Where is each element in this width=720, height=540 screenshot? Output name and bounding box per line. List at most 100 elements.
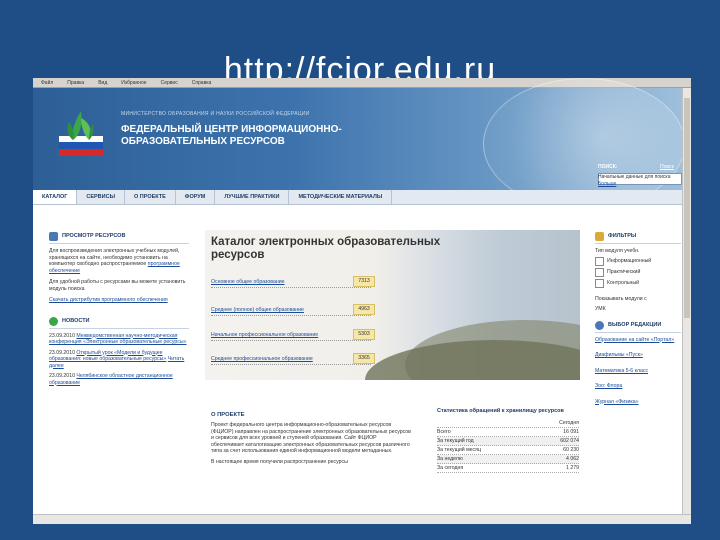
- checkbox-box[interactable]: [595, 278, 604, 288]
- catalog-link-vocational[interactable]: Начальное профессиональное образование: [211, 332, 371, 341]
- viewer-title: ПРОСМОТР РЕСУРСОВ: [62, 233, 126, 240]
- search-link[interactable]: Поиск: [660, 164, 674, 170]
- stats-row: За сегодня 1 279: [437, 464, 579, 473]
- filter-hint: Тип модуля учебн.: [595, 248, 640, 254]
- horizontal-scrollbar[interactable]: [33, 514, 691, 524]
- catalog-panel: Каталог электронных образовательных ресу…: [205, 230, 580, 380]
- about-title: О ПРОЕКТЕ: [211, 412, 245, 418]
- monitor-icon: [49, 232, 58, 241]
- filter-note: Показывать модули с: [595, 295, 647, 302]
- filter-icon: [595, 232, 604, 241]
- stats-value: 60 230: [563, 446, 579, 453]
- catalog-count: 5303: [353, 329, 375, 340]
- stats-label: За текущий месяц: [437, 446, 481, 453]
- landscape-image: [365, 340, 580, 380]
- news-date: 23.09.2010: [49, 349, 75, 356]
- about-section: О ПРОЕКТЕ Проект федерального центра инф…: [211, 412, 411, 471]
- stats-label: За сегодня: [437, 464, 464, 471]
- stats-value: 1 279: [566, 464, 579, 471]
- site-header: МИНИСТЕРСТВО ОБРАЗОВАНИЯ И НАУКИ РОССИЙС…: [33, 78, 685, 210]
- catalog-count: 7313: [353, 276, 375, 287]
- editor-link[interactable]: Математика 5-6 класс: [595, 368, 681, 375]
- catalog-count: 4963: [353, 304, 375, 315]
- viewer-header: ПРОСМОТР РЕСУРСОВ: [49, 232, 189, 244]
- filter-label: Информационный: [607, 257, 652, 264]
- filter-checkbox[interactable]: Контрольный: [595, 278, 681, 288]
- filter-checkbox[interactable]: Практический: [595, 267, 681, 277]
- stats-row: Всего 16 091: [437, 428, 579, 437]
- fcior-logo-icon[interactable]: [49, 106, 113, 166]
- stats-header-label: Сегодня: [559, 419, 579, 426]
- menu-file[interactable]: Файл: [41, 80, 53, 86]
- search-hint-text: Начальные данные для поиска: [598, 174, 671, 180]
- browser-window: Файл Правка Вид Избранное Сервис Справка…: [33, 78, 691, 524]
- site-title[interactable]: ФЕДЕРАЛЬНЫЙ ЦЕНТР ИНФОРМАЦИОННО-ОБРАЗОВА…: [121, 124, 361, 147]
- editor-link[interactable]: Образование на сайте «Портал»: [595, 337, 681, 344]
- menu-help[interactable]: Справка: [192, 80, 212, 86]
- stats-label: За неделю: [437, 455, 463, 462]
- nav-method-materials[interactable]: МЕТОДИЧЕСКИЕ МАТЕРИАЛЫ: [289, 190, 393, 204]
- nav-forum[interactable]: ФОРУМ: [176, 190, 216, 204]
- news-date: 23.09.2010: [49, 332, 75, 339]
- news-icon: [49, 316, 58, 326]
- download-link[interactable]: Скачать дистрибутив программного обеспеч…: [49, 297, 189, 304]
- menu-favorites[interactable]: Избранное: [121, 80, 146, 86]
- news-header: НОВОСТИ: [49, 316, 189, 329]
- search-label: ПОИСК:: [598, 164, 618, 170]
- about-text: Проект федерального центра информационно…: [211, 422, 411, 455]
- stats-label: Всего: [437, 428, 451, 435]
- editor-link[interactable]: Зоо: Флора: [595, 383, 681, 390]
- scrollbar-thumb[interactable]: [684, 98, 690, 318]
- menu-tools[interactable]: Сервис: [161, 80, 178, 86]
- filter-checkbox[interactable]: Информационный: [595, 256, 681, 266]
- filters-header: ФИЛЬТРЫ: [595, 232, 681, 244]
- editor-link[interactable]: Диафильмы «Пуск»: [595, 352, 681, 359]
- news-title: НОВОСТИ: [62, 317, 90, 324]
- editor-link[interactable]: Журнал «Физика»: [595, 399, 681, 406]
- nav-about[interactable]: О ПРОЕКТЕ: [125, 190, 176, 204]
- left-column: ПРОСМОТР РЕСУРСОВ Для воспроизведения эл…: [49, 232, 189, 390]
- stats-header: Сегодня: [437, 419, 579, 428]
- stats-value: 602 074: [560, 437, 579, 444]
- catalog-link-secondary[interactable]: Среднее (полное) общее образование: [211, 307, 371, 316]
- stats-table: Статистика обращений к хранилищу ресурсо…: [437, 408, 579, 473]
- filters-title: ФИЛЬТРЫ: [608, 233, 637, 240]
- stats-label: За текущий год: [437, 437, 474, 444]
- viewer-text: Для воспроизведения электронных учебных …: [49, 248, 189, 274]
- nav-right-filler: [595, 190, 683, 205]
- stats-row: За неделю 4 062: [437, 454, 579, 464]
- viewer-text-2: Для удобной работы с ресурсами вы можете…: [49, 279, 186, 292]
- ministry-caption: МИНИСТЕРСТВО ОБРАЗОВАНИЯ И НАУКИ РОССИЙС…: [121, 111, 310, 117]
- stats-row: За текущий год 602 074: [437, 436, 579, 446]
- news-item: 23.09.2010 Межведомственная научно-метод…: [49, 333, 189, 346]
- search-hint: Начальные данные для поиска Больше: [598, 174, 680, 187]
- news-item: 23.09.2010 Открытый урок «Модели и будущ…: [49, 350, 189, 370]
- news-item: 23.09.2010 Челябинское областное дистанц…: [49, 373, 189, 386]
- nav-catalog[interactable]: КАТАЛОГ: [33, 190, 78, 204]
- nav-services[interactable]: СЕРВИСЫ: [77, 190, 125, 204]
- vertical-scrollbar[interactable]: [682, 88, 691, 514]
- main-nav: КАТАЛОГ СЕРВИСЫ О ПРОЕКТЕ ФОРУМ ЛУЧШИЕ П…: [33, 190, 595, 205]
- catalog-link-basic[interactable]: Основное общее образование: [211, 279, 371, 288]
- menu-edit[interactable]: Правка: [67, 80, 84, 86]
- menu-view[interactable]: Вид: [98, 80, 107, 86]
- about-text-2: В настоящее время получили распространен…: [211, 459, 348, 466]
- stats-title: Статистика обращений к хранилищу ресурсо…: [437, 408, 564, 414]
- checkbox-box[interactable]: [595, 256, 604, 266]
- filter-label: Контрольный: [607, 279, 640, 286]
- filter-label: Практический: [607, 268, 641, 275]
- nav-best-practices[interactable]: ЛУЧШИЕ ПРАКТИКИ: [215, 190, 290, 204]
- star-icon: [595, 320, 604, 330]
- editor-title: ВЫБОР РЕДАКЦИИ: [608, 321, 662, 328]
- catalog-title: Каталог электронных образовательных ресу…: [211, 236, 441, 261]
- search-more-link[interactable]: Больше: [598, 181, 616, 187]
- checkbox-box[interactable]: [595, 267, 604, 277]
- catalog-count: 3365: [353, 353, 375, 364]
- editor-header: ВЫБОР РЕДАКЦИИ: [595, 320, 681, 333]
- right-column: ФИЛЬТРЫ Тип модуля учебн. Информационный…: [595, 232, 681, 405]
- stats-value: 16 091: [563, 428, 579, 435]
- stats-row: За текущий месяц 60 230: [437, 446, 579, 455]
- catalog-link-professional[interactable]: Среднее профессиональное образование: [211, 356, 371, 365]
- stats-value: 4 062: [566, 455, 579, 462]
- news-date: 23.09.2010: [49, 373, 75, 379]
